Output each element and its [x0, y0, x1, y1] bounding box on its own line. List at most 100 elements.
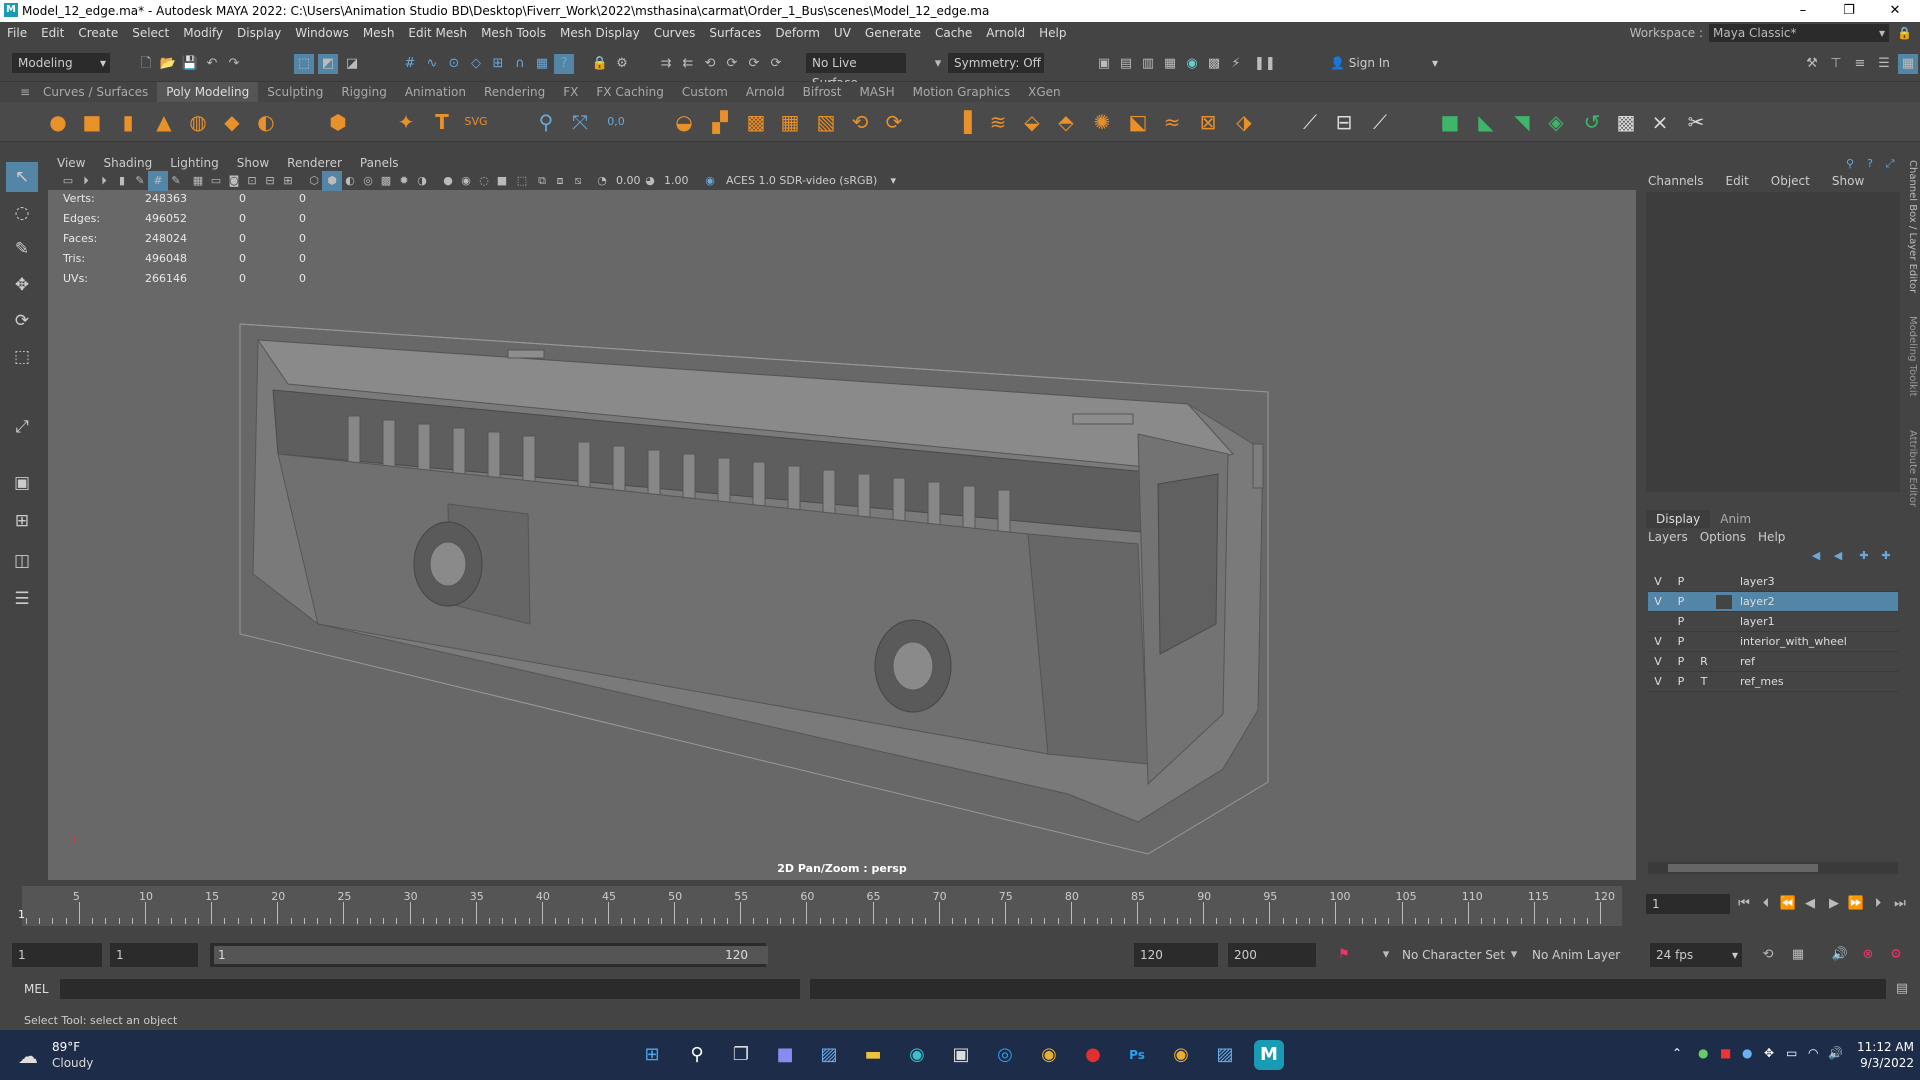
lights-icon[interactable]: ✹ — [394, 171, 414, 191]
tab-arnold[interactable]: Arnold — [737, 82, 794, 102]
bevel-icon[interactable]: ⬙ — [1018, 108, 1046, 136]
anim-preferences-icon[interactable]: ⚙ — [1886, 945, 1906, 965]
viewport-persp[interactable]: Verts: 248363 0 0 Edges: 496052 0 0 Faces: 2480… — [48, 154, 1636, 880]
playback-toggle[interactable]: P — [1673, 575, 1689, 589]
vp-menu-view[interactable]: View — [48, 156, 94, 170]
move-layer-up-icon[interactable]: ◀ — [1806, 546, 1826, 566]
start-icon[interactable]: ⊞ — [637, 1040, 667, 1070]
menu-mesh[interactable]: Mesh — [356, 26, 402, 40]
sound-icon[interactable]: 🔊 — [1830, 945, 1850, 965]
scale-tool-icon[interactable]: ⬚ — [6, 342, 38, 372]
rotate-tool-icon[interactable]: ⟳ — [6, 306, 38, 336]
symmetry-dropdown[interactable]: Symmetry: Off — [948, 53, 1044, 73]
playback-toggle[interactable]: P — [1673, 675, 1689, 689]
vp-menu-panels[interactable]: Panels — [351, 156, 408, 170]
tray-app-icon[interactable]: ● — [1698, 1046, 1708, 1060]
current-frame-marker[interactable]: 1 — [18, 908, 25, 921]
offset-edge-loop-icon[interactable]: ⟋ — [1366, 108, 1394, 136]
playback-start-field[interactable]: 1 — [110, 943, 198, 967]
weather-desc[interactable]: Cloudy — [52, 1056, 93, 1070]
layer-hscrollbar[interactable] — [1648, 862, 1898, 874]
char-set-chevron-icon[interactable]: ▾ — [1376, 945, 1396, 965]
fill-hole-icon[interactable]: ⬘ — [1052, 108, 1080, 136]
field-chart-icon[interactable]: ◙ — [224, 171, 244, 191]
wedge-icon[interactable]: ≈ — [1158, 108, 1186, 136]
playback-toggle[interactable]: P — [1673, 635, 1689, 649]
layer-row-ref[interactable]: V P Rref — [1648, 652, 1898, 672]
tray-chevron-icon[interactable]: ⌃ — [1672, 1046, 1682, 1060]
poly-cone-icon[interactable]: ▲ — [150, 108, 178, 136]
grid-toggle-icon[interactable]: # — [148, 171, 168, 191]
isolate-select-icon[interactable]: ⬚ — [512, 171, 532, 191]
cb-menu-channels[interactable]: Channels — [1648, 174, 1704, 188]
render-setup-icon[interactable]: ▦ — [1160, 54, 1180, 74]
maximize-button[interactable]: ❐ — [1826, 0, 1872, 22]
fps-dropdown[interactable]: 24 fps ▾ — [1650, 943, 1742, 967]
poly-torus-icon[interactable]: ◍ — [184, 108, 212, 136]
menu-cache[interactable]: Cache — [928, 26, 979, 40]
tab-display[interactable]: Display — [1646, 510, 1711, 528]
settings-app-icon[interactable]: ◎ — [990, 1040, 1020, 1070]
step-forward-icon[interactable]: ⏵ — [1868, 894, 1888, 914]
menu-surfaces[interactable]: Surfaces — [702, 26, 768, 40]
layer-row-interior-with-wheel[interactable]: V Pinterior_with_wheel — [1648, 632, 1898, 652]
remesh-icon[interactable]: ⟲ — [846, 108, 874, 136]
layer-color-swatch[interactable] — [1716, 575, 1732, 589]
bookmark-icon[interactable]: ⏵ — [94, 171, 114, 191]
file-explorer-icon[interactable]: ▬ — [858, 1040, 888, 1070]
poly-cylinder-icon[interactable]: ▮ — [114, 108, 142, 136]
options-menu[interactable]: Options — [1700, 530, 1746, 544]
combine-icon[interactable]: ◒ — [670, 108, 698, 136]
motion-blur-icon[interactable]: ◉ — [456, 171, 476, 191]
separate-icon[interactable]: ▞ — [706, 108, 734, 136]
default-material-icon[interactable]: ◐ — [340, 171, 360, 191]
weather-icon[interactable]: ☁ — [18, 1044, 38, 1068]
play-backward-icon[interactable]: ◀ — [1800, 894, 1820, 914]
menu-deform[interactable]: Deform — [768, 26, 827, 40]
tab-animation[interactable]: Animation — [396, 82, 475, 102]
vp-menu-renderer[interactable]: Renderer — [278, 156, 351, 170]
lasso-tool-icon[interactable]: ◌ — [6, 198, 38, 228]
store-icon[interactable]: ▣ — [946, 1040, 976, 1070]
camera-attr-icon[interactable]: ⏵ — [76, 171, 96, 191]
construction-history-icon[interactable]: ⟲ — [700, 54, 720, 74]
edit-uv-icon[interactable]: ⤧ — [566, 108, 594, 136]
layer-row-layer2[interactable]: V Player2 — [1648, 592, 1898, 612]
menu-edit[interactable]: Edit — [34, 26, 71, 40]
layer-row-layer3[interactable]: V Player3 — [1648, 572, 1898, 592]
insert-edge-loop-icon[interactable]: ⊟ — [1330, 108, 1358, 136]
menu-display[interactable]: Display — [230, 26, 288, 40]
display-type-toggle[interactable] — [1696, 595, 1712, 609]
select-by-object-icon[interactable]: ◩ — [318, 54, 338, 74]
channel-box-area[interactable] — [1646, 192, 1900, 492]
task-view-icon[interactable]: ❐ — [726, 1040, 756, 1070]
menu-arnold[interactable]: Arnold — [979, 26, 1032, 40]
modeling-toolkit-icon[interactable]: ⚒ — [1802, 54, 1822, 74]
hypershade-icon[interactable]: ◉ — [1182, 54, 1202, 74]
checker-icon[interactable]: ▩ — [1612, 108, 1640, 136]
script-editor-icon[interactable]: ▤ — [1892, 979, 1912, 999]
cb-menu-show[interactable]: Show — [1832, 174, 1864, 188]
display-type-toggle[interactable] — [1696, 575, 1712, 589]
move-layer-down-icon[interactable]: ◀ — [1828, 546, 1848, 566]
menu-help[interactable]: Help — [1032, 26, 1073, 40]
menu-modify[interactable]: Modify — [176, 26, 230, 40]
edge-icon[interactable]: ◉ — [902, 1040, 932, 1070]
show-manipulator-icon[interactable]: ⤢ — [6, 412, 38, 442]
arnold-render-icon[interactable]: ⚡ — [1226, 54, 1246, 74]
redo-icon[interactable]: ↷ — [224, 54, 244, 74]
range-slider[interactable]: 1 120 — [210, 943, 768, 967]
layer-editor-icon[interactable]: ▦ — [1898, 54, 1918, 74]
tab-bifrost[interactable]: Bifrost — [794, 82, 851, 102]
bridge-icon[interactable]: ≋ — [984, 108, 1012, 136]
range-slider-handle[interactable]: 1 120 — [214, 946, 768, 964]
select-tool-icon[interactable]: ↖ — [6, 162, 38, 192]
layer-color-swatch[interactable] — [1716, 635, 1732, 649]
output-ops-icon[interactable]: ⇇ — [678, 54, 698, 74]
edit-pivot-icon[interactable]: ◣ — [1472, 108, 1500, 136]
menu-file[interactable]: File — [0, 26, 34, 40]
wireframe-icon[interactable]: ⊞ — [278, 171, 298, 191]
display-type-toggle[interactable] — [1696, 615, 1712, 629]
extrude-icon[interactable]: ▐ — [950, 108, 978, 136]
remote-desktop-icon[interactable]: ▨ — [1210, 1040, 1240, 1070]
